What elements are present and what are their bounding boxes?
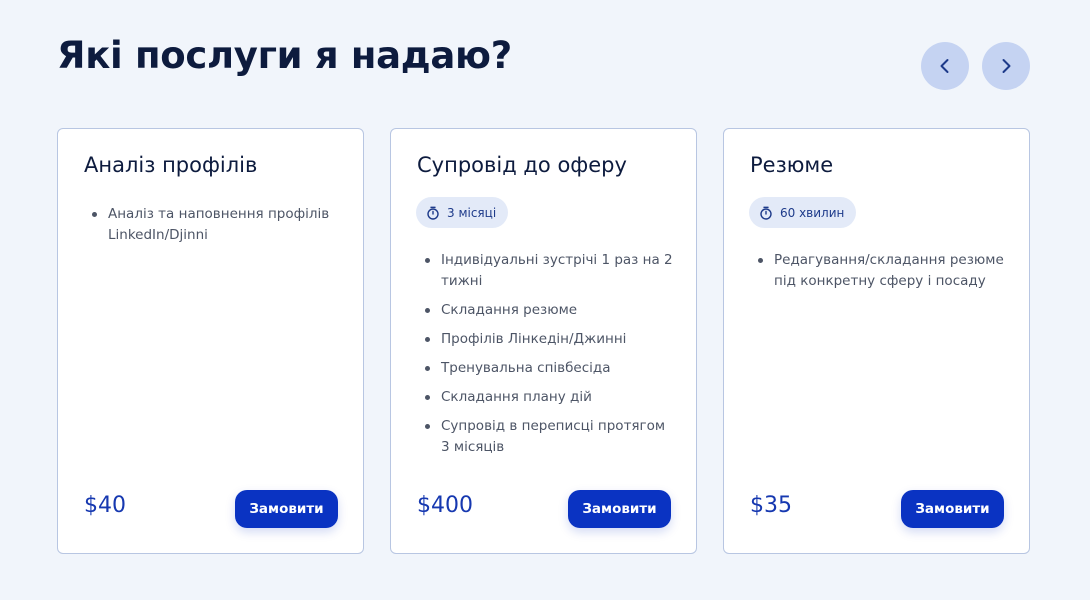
feature-item: Редагування/складання резюме під конкрет… [754, 250, 1009, 292]
feature-item: Складання плану дій [421, 387, 676, 408]
feature-item: Тренувальна співбесіда [421, 358, 676, 379]
feature-item: Профілів Лінкедін/Джинні [421, 329, 676, 350]
chevron-left-icon [940, 59, 949, 73]
service-card-resume: Резюме 60 хвилин Редагування/складання р… [723, 128, 1030, 554]
feature-item: Аналіз та наповнення профілів LinkedIn/D… [88, 204, 343, 246]
card-title: Аналіз профілів [84, 153, 258, 177]
carousel-next-button[interactable] [982, 42, 1030, 90]
price: $400 [417, 493, 473, 518]
feature-list: Редагування/складання резюме під конкрет… [754, 250, 1009, 300]
feature-list: Індивідуальні зустрічі 1 раз на 2 тижні … [421, 250, 676, 466]
card-title: Супровід до оферу [417, 153, 627, 177]
order-button[interactable]: Замовити [235, 490, 338, 528]
stopwatch-icon [427, 206, 439, 220]
badge-label: 60 хвилин [780, 205, 845, 220]
card-title: Резюме [750, 153, 834, 177]
feature-item: Супровід в переписці протягом 3 місяців [421, 416, 676, 458]
price: $40 [84, 493, 126, 518]
badge-label: 3 місяці [447, 205, 497, 220]
feature-item: Складання резюме [421, 300, 676, 321]
duration-badge: 3 місяці [416, 197, 509, 228]
service-card-profile-analysis: Аналіз профілів Аналіз та наповнення про… [57, 128, 364, 554]
order-button[interactable]: Замовити [568, 490, 671, 528]
duration-badge: 60 хвилин [749, 197, 857, 228]
stopwatch-icon [760, 206, 772, 220]
chevron-right-icon [1002, 59, 1011, 73]
feature-item: Індивідуальні зустрічі 1 раз на 2 тижні [421, 250, 676, 292]
carousel-prev-button[interactable] [921, 42, 969, 90]
order-button[interactable]: Замовити [901, 490, 1004, 528]
feature-list: Аналіз та наповнення профілів LinkedIn/D… [88, 204, 343, 254]
service-card-offer-support: Супровід до оферу 3 місяці Індивідуальні… [390, 128, 697, 554]
page-title: Які послуги я надаю? [57, 34, 512, 77]
price: $35 [750, 493, 792, 518]
